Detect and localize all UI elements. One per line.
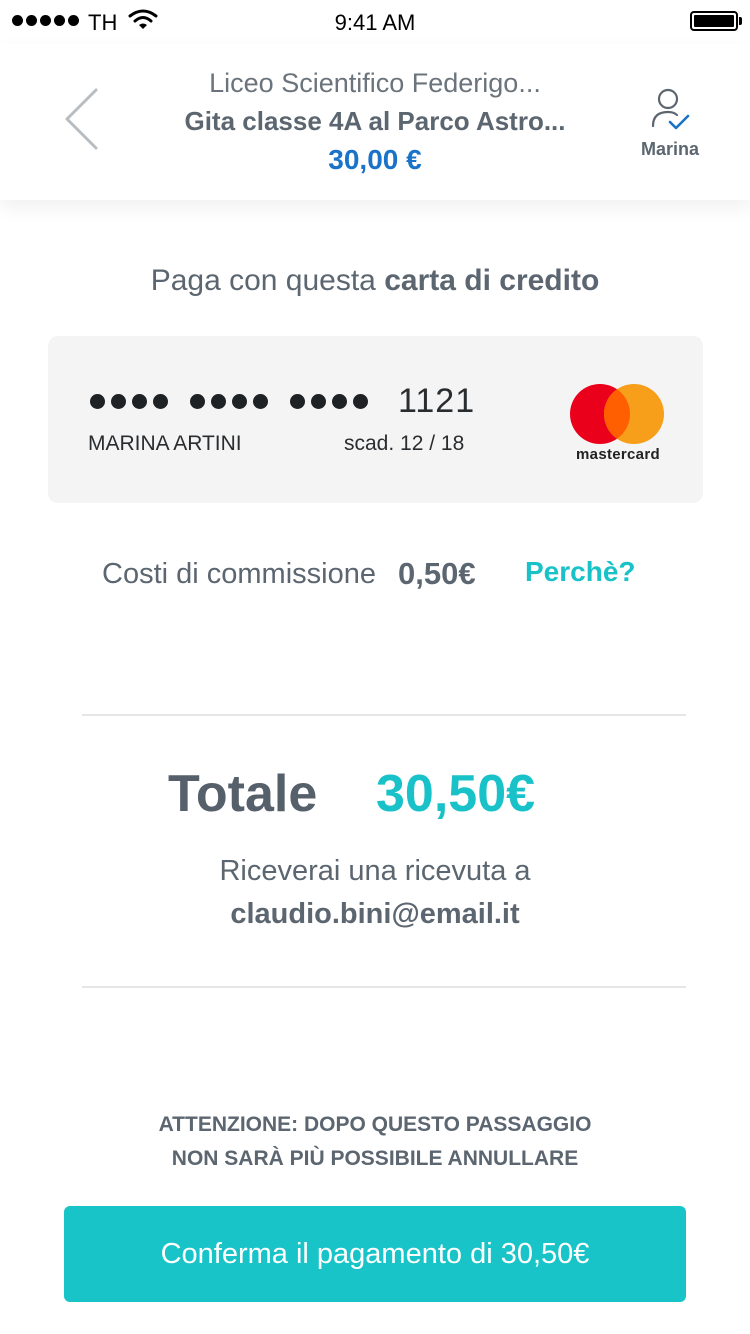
confirm-payment-button[interactable]: Conferma il pagamento di 30,50€ — [64, 1206, 686, 1302]
credit-card[interactable]: 1121 MARINA ARTINI scad. 12 / 18 masterc… — [48, 336, 703, 503]
card-brand: mastercard — [576, 446, 660, 463]
battery-cap — [739, 17, 742, 25]
status-time: 9:41 AM — [334, 10, 416, 35]
masked-group — [290, 394, 368, 409]
receipt-text: Riceverai una ricevuta a — [219, 855, 531, 887]
pay-with-prefix: Paga con questa — [150, 264, 376, 297]
pay-with-method: carta di credito — [384, 264, 600, 297]
fees-why-link[interactable]: Perchè? — [525, 556, 636, 588]
total-label: Totale — [168, 765, 318, 823]
user-name: Marina — [640, 139, 700, 159]
card-holder-name: MARINA ARTINI — [88, 432, 242, 455]
user-profile-button[interactable]: Marina — [630, 88, 710, 168]
school-name: Liceo Scientifico Federigo... — [209, 68, 541, 98]
divider — [82, 986, 686, 988]
mastercard-logo: mastercard — [568, 384, 668, 464]
receipt-info: Riceverai una ricevuta a claudio.bini@em… — [0, 850, 750, 936]
trip-amount: 30,00 € — [328, 144, 422, 175]
header: Liceo Scientifico Federigo... Gita class… — [0, 44, 750, 200]
chevron-left-icon — [65, 88, 98, 150]
card-last-four: 1121 — [398, 382, 476, 420]
header-title-block: Liceo Scientifico Federigo... Gita class… — [150, 64, 600, 180]
masked-group — [90, 394, 168, 409]
receipt-email: claudio.bini@email.it — [230, 898, 520, 930]
divider — [82, 714, 686, 716]
masked-group — [190, 394, 268, 409]
user-check-icon — [651, 88, 690, 130]
fees-value: 0,50€ — [398, 556, 476, 591]
card-expiry: scad. 12 / 18 — [344, 432, 465, 455]
total-value: 30,50€ — [376, 765, 536, 823]
status-bar: TH 9:41 AM — [0, 0, 750, 44]
trip-name: Gita classe 4A al Parco Astro... — [184, 106, 566, 136]
warning-message: ATTENZIONE: DOPO QUESTO PASSAGGIO NON SA… — [0, 1108, 750, 1176]
pay-with-heading: Paga con questa carta di credito — [0, 264, 750, 298]
warning-line: ATTENZIONE: DOPO QUESTO PASSAGGIO — [158, 1113, 592, 1136]
battery-icon — [690, 11, 738, 31]
card-masked-number — [90, 394, 390, 409]
back-button[interactable] — [58, 84, 104, 154]
fees-label: Costi di commissione — [102, 558, 376, 590]
warning-line: NON SARÀ PIÙ POSSIBILE ANNULLARE — [171, 1147, 579, 1170]
